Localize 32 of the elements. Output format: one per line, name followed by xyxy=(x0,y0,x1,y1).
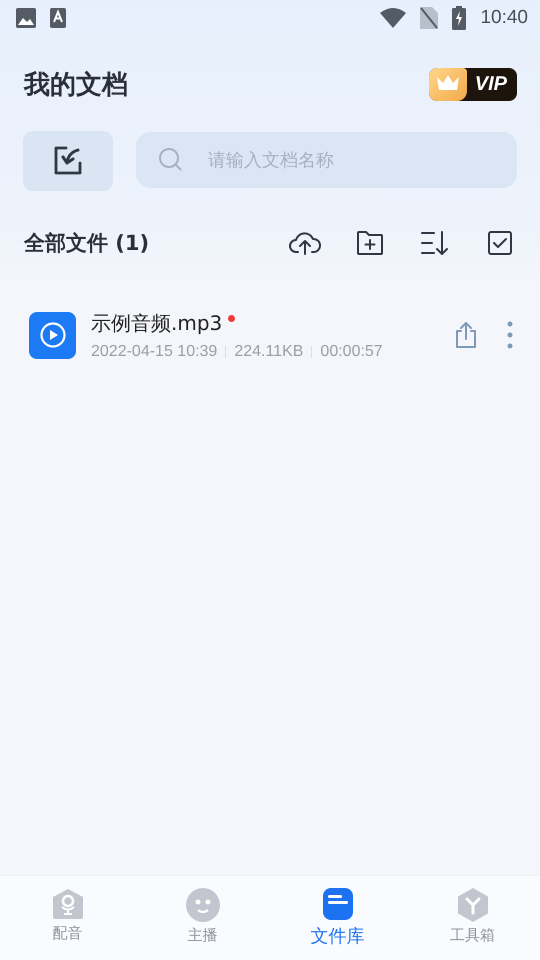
no-sim-icon xyxy=(420,7,438,29)
font-icon xyxy=(50,8,66,28)
sort-icon xyxy=(420,230,450,256)
toolbox-icon xyxy=(456,888,488,922)
checkbox-icon xyxy=(487,230,513,256)
import-button[interactable] xyxy=(23,131,113,191)
document-icon xyxy=(322,888,352,920)
nav-tab[interactable]: 主播 xyxy=(135,876,270,960)
import-icon xyxy=(52,145,84,177)
page-title: 我的文档 xyxy=(24,68,128,102)
search-icon xyxy=(158,147,184,173)
status-time: 10:40 xyxy=(480,7,528,29)
file-name: 示例音频.mp3 xyxy=(91,310,222,336)
battery-icon xyxy=(452,6,466,30)
folder-plus-icon xyxy=(356,230,384,256)
crown-icon xyxy=(436,75,460,93)
section-title: 全部文件 (1) xyxy=(24,230,150,257)
microphone-icon xyxy=(52,888,84,920)
more-icon xyxy=(507,321,513,349)
audio-file-icon xyxy=(29,312,76,358)
smiley-icon xyxy=(186,888,220,922)
share-icon xyxy=(453,321,479,349)
vip-badge[interactable]: VIP xyxy=(428,68,517,100)
nav-tab[interactable]: 工具箱 xyxy=(405,876,540,960)
image-icon xyxy=(16,8,36,28)
nav-tab[interactable]: 配音 xyxy=(0,876,135,960)
file-duration: 00:00:57 xyxy=(320,342,383,360)
file-date: 2022-04-15 10:39 xyxy=(91,342,218,360)
nav-tab[interactable]: 文件库 xyxy=(270,876,405,960)
file-size: 224.11KB xyxy=(234,342,304,360)
wifi-icon xyxy=(380,8,406,28)
cloud-upload-icon xyxy=(289,230,321,256)
